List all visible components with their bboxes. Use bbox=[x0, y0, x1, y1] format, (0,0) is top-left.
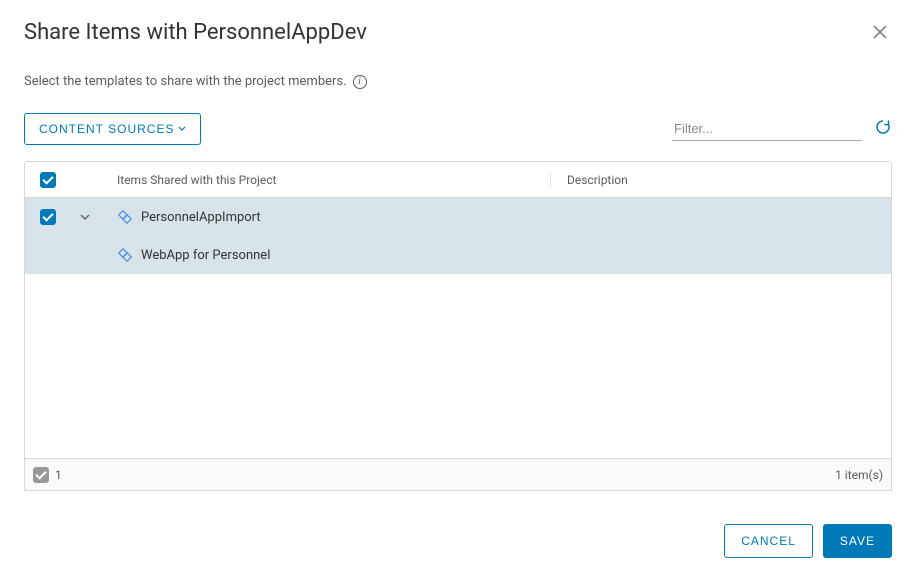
row-checkbox[interactable] bbox=[40, 209, 56, 225]
row-name: WebApp for Personnel bbox=[141, 248, 270, 263]
footer-checkbox-icon bbox=[33, 467, 49, 483]
info-icon[interactable]: i bbox=[353, 75, 367, 89]
blueprint-icon bbox=[117, 247, 133, 263]
save-button[interactable]: SAVE bbox=[823, 524, 892, 558]
chevron-down-icon bbox=[178, 124, 186, 135]
cancel-button[interactable]: CANCEL bbox=[724, 524, 813, 558]
filter-input[interactable] bbox=[672, 117, 862, 141]
column-header-description[interactable]: Description bbox=[551, 173, 891, 187]
content-sources-label: CONTENT SOURCES bbox=[39, 122, 174, 136]
refresh-icon[interactable] bbox=[874, 118, 892, 140]
table-body: PersonnelAppImport WebApp for Personnel bbox=[25, 198, 891, 458]
row-name: PersonnelAppImport bbox=[141, 210, 261, 225]
blueprint-icon bbox=[117, 209, 133, 225]
dialog-title: Share Items with PersonnelAppDev bbox=[24, 20, 367, 45]
selected-count: 1 bbox=[55, 468, 62, 482]
table-header: Items Shared with this Project Descripti… bbox=[25, 162, 891, 198]
dialog-subtitle: Select the templates to share with the p… bbox=[24, 74, 347, 89]
select-all-checkbox[interactable] bbox=[40, 172, 56, 188]
content-sources-dropdown[interactable]: CONTENT SOURCES bbox=[24, 113, 201, 145]
column-header-name[interactable]: Items Shared with this Project bbox=[101, 173, 551, 187]
item-count-label: 1 item(s) bbox=[835, 468, 883, 482]
table-row[interactable]: PersonnelAppImport bbox=[25, 198, 891, 236]
items-table: Items Shared with this Project Descripti… bbox=[24, 161, 892, 459]
table-footer: 1 1 item(s) bbox=[24, 459, 892, 491]
close-icon[interactable] bbox=[868, 20, 892, 48]
table-row[interactable]: WebApp for Personnel bbox=[25, 236, 891, 274]
expand-toggle-icon[interactable] bbox=[80, 210, 90, 225]
